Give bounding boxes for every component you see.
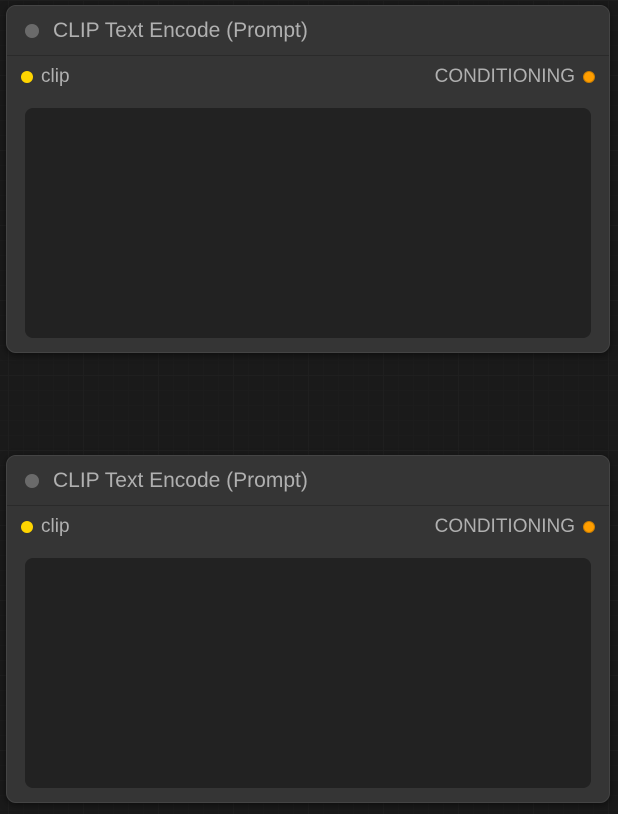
node-clip-text-encode-1[interactable]: CLIP Text Encode (Prompt) clip CONDITION… <box>6 5 610 353</box>
port-dot-input-icon[interactable] <box>21 71 33 83</box>
input-port-clip[interactable]: clip <box>21 66 70 88</box>
input-port-label: clip <box>41 66 70 88</box>
prompt-text-input[interactable] <box>25 108 591 338</box>
node-title: CLIP Text Encode (Prompt) <box>53 469 308 493</box>
input-port-label: clip <box>41 516 70 538</box>
output-port-conditioning[interactable]: CONDITIONING <box>435 66 595 88</box>
node-header[interactable]: CLIP Text Encode (Prompt) <box>7 6 609 56</box>
output-port-conditioning[interactable]: CONDITIONING <box>435 516 595 538</box>
node-clip-text-encode-2[interactable]: CLIP Text Encode (Prompt) clip CONDITION… <box>6 455 610 803</box>
output-port-label: CONDITIONING <box>435 516 575 538</box>
node-header[interactable]: CLIP Text Encode (Prompt) <box>7 456 609 506</box>
port-dot-input-icon[interactable] <box>21 521 33 533</box>
node-title: CLIP Text Encode (Prompt) <box>53 19 308 43</box>
output-port-label: CONDITIONING <box>435 66 575 88</box>
prompt-text-input[interactable] <box>25 558 591 788</box>
node-body <box>7 98 609 353</box>
port-dot-output-icon[interactable] <box>583 71 595 83</box>
node-ports-row: clip CONDITIONING <box>7 506 609 548</box>
port-dot-output-icon[interactable] <box>583 521 595 533</box>
collapse-toggle-icon[interactable] <box>25 474 39 488</box>
node-ports-row: clip CONDITIONING <box>7 56 609 98</box>
collapse-toggle-icon[interactable] <box>25 24 39 38</box>
node-body <box>7 548 609 803</box>
input-port-clip[interactable]: clip <box>21 516 70 538</box>
